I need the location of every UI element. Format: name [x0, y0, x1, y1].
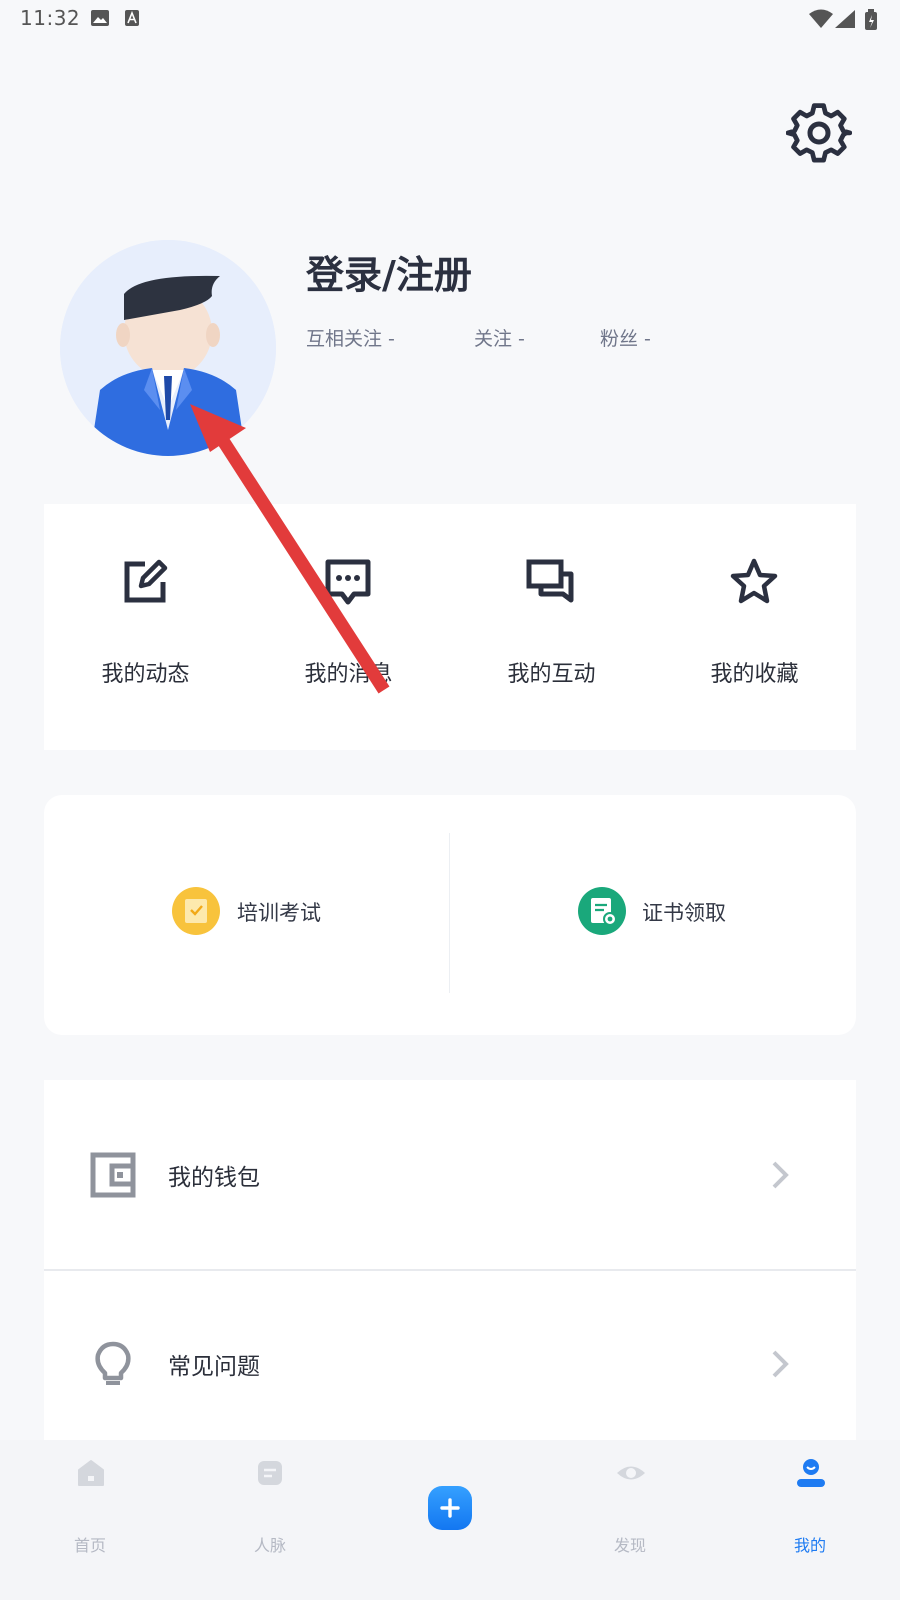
avatar-illustration [60, 240, 276, 456]
menu-label: 我的钱包 [168, 1165, 260, 1191]
battery-icon [865, 9, 877, 30]
service-training-exam[interactable]: 培训考试 [44, 795, 449, 1035]
contacts-icon [258, 1461, 282, 1485]
notification-a-icon [125, 10, 139, 26]
status-time: 11:32 [20, 6, 81, 30]
eye-icon [617, 1466, 645, 1480]
user-icon [797, 1459, 825, 1487]
quick-action-moments[interactable] [44, 504, 247, 750]
quick-action-label: 我的消息 [304, 662, 393, 687]
plus-icon [440, 1498, 460, 1518]
image-icon [91, 10, 109, 26]
menu-item-wallet[interactable]: 我的钱包 [44, 1080, 856, 1270]
quick-action-label: 我的收藏 [710, 662, 799, 687]
mutual-follow-stat[interactable]: 互相关注 - [306, 324, 395, 351]
star-icon [730, 558, 778, 604]
service-label: 证书领取 [642, 901, 726, 925]
avatar[interactable] [60, 240, 276, 456]
chat-icon [526, 559, 574, 603]
tab-me[interactable]: 我的 [750, 1458, 870, 1558]
exam-icon [172, 887, 220, 935]
tab-home[interactable]: 首页 [30, 1458, 150, 1558]
followers-stat[interactable]: 粉丝 - [600, 324, 651, 351]
menu-item-faq[interactable]: 常见问题 [44, 1271, 856, 1441]
services-card: 培训考试 证书领取 [44, 795, 856, 1035]
wifi-icon [809, 9, 833, 28]
certificate-icon [578, 887, 626, 935]
service-label: 培训考试 [237, 901, 321, 925]
status-bar: 11:32 [0, 0, 900, 40]
message-icon [325, 559, 371, 605]
service-certificate[interactable]: 证书领取 [450, 795, 856, 1035]
quick-action-label: 我的动态 [101, 662, 190, 687]
settings-gear-icon[interactable] [786, 100, 852, 166]
chevron-right-icon [772, 1161, 789, 1189]
tab-contacts[interactable]: 人脉 [210, 1458, 330, 1558]
edit-icon [124, 559, 168, 603]
login-register-link[interactable]: 登录/注册 [306, 244, 472, 299]
menu-label: 常见问题 [168, 1354, 260, 1380]
tab-label: 发现 [613, 1536, 646, 1555]
tab-label: 我的 [793, 1536, 826, 1555]
add-button[interactable] [428, 1486, 472, 1530]
signal-icon [835, 10, 855, 28]
tab-label: 首页 [73, 1536, 106, 1555]
quick-action-label: 我的互动 [507, 662, 596, 687]
following-stat[interactable]: 关注 - [474, 324, 525, 351]
quick-actions-card [44, 504, 856, 750]
home-icon [78, 1460, 104, 1486]
quick-action-interactions[interactable] [450, 504, 653, 750]
lightbulb-icon [95, 1341, 131, 1385]
wallet-icon [90, 1152, 136, 1198]
tab-discover[interactable]: 发现 [570, 1458, 690, 1558]
quick-action-favorites[interactable] [653, 504, 856, 750]
chevron-right-icon [772, 1350, 789, 1378]
quick-action-messages[interactable] [247, 504, 450, 750]
tab-label: 人脉 [253, 1536, 286, 1555]
